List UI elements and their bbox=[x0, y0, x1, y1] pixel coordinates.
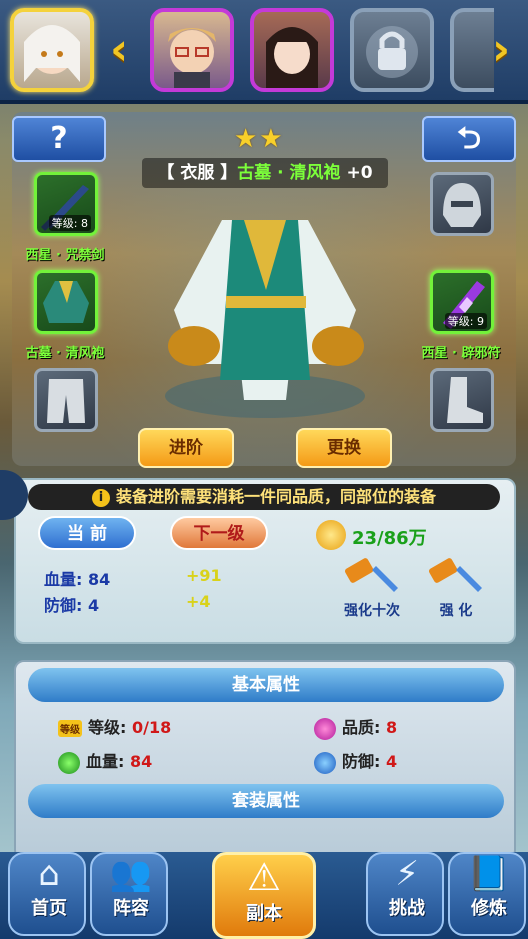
equip-slot-pants[interactable] bbox=[34, 368, 98, 432]
nav-home[interactable]: ⌂ 首页 bbox=[8, 852, 86, 936]
strengthen-ten-button[interactable]: 强化十次 bbox=[340, 556, 404, 620]
warning-icon: ⚠ bbox=[246, 855, 282, 899]
item-slot-type: 【 衣服 】 bbox=[157, 163, 238, 183]
basic-attributes-header: 基本属性 bbox=[28, 668, 504, 702]
pants-icon bbox=[47, 379, 85, 423]
equip-name-talisman: 西星 · 辟邪符 bbox=[421, 346, 501, 361]
hero-face-icon bbox=[168, 28, 216, 88]
robe-icon bbox=[43, 281, 89, 323]
star-quality-icon bbox=[314, 717, 336, 740]
notice-text: 装备进阶需要消耗一件同品质，同部位的装备 bbox=[115, 487, 436, 506]
level-badge-icon: 等级 bbox=[58, 720, 82, 737]
equip-slot-helmet[interactable] bbox=[430, 172, 494, 236]
nav-challenge[interactable]: ⚡ 挑战 bbox=[366, 852, 444, 936]
nav-cultivate[interactable]: 📘 修炼 bbox=[448, 852, 526, 936]
hero-slot-locked[interactable] bbox=[350, 8, 434, 92]
boots-icon bbox=[447, 377, 483, 423]
nav-lineup[interactable]: 👥 阵容 bbox=[90, 852, 168, 936]
attr-hp-label: 血量: bbox=[86, 752, 130, 771]
hammer-icon bbox=[344, 558, 398, 592]
hero-face-icon bbox=[24, 25, 80, 82]
current-def: 防御: 4 bbox=[44, 596, 100, 615]
equip-slot-weapon[interactable]: 等级: 8 bbox=[34, 172, 98, 236]
lightning-icon: ⚡ bbox=[395, 854, 419, 894]
advance-cost: 23/86万 bbox=[352, 528, 427, 549]
attr-level-label: 等级: bbox=[88, 718, 132, 737]
home-icon: ⌂ bbox=[38, 854, 60, 894]
nav-lineup-label: 阵容 bbox=[113, 898, 149, 919]
info-icon: i bbox=[91, 488, 110, 507]
equip-name-weapon: 西星 · 咒禁剑 bbox=[25, 248, 105, 263]
tab-next-level[interactable]: 下一级 bbox=[170, 516, 268, 550]
help-button[interactable]: ? bbox=[12, 116, 106, 162]
hero-portrait-glasses[interactable] bbox=[150, 8, 234, 92]
attr-def-value: 4 bbox=[385, 752, 398, 771]
attr-def-label: 防御: bbox=[342, 752, 386, 771]
hero-portrait-selected[interactable] bbox=[10, 8, 94, 92]
current-hp: 血量: 84 bbox=[44, 570, 111, 589]
hammer-icon bbox=[428, 558, 482, 592]
attr-level-value: 0/18 bbox=[131, 718, 172, 737]
advance-button[interactable]: 进阶 bbox=[138, 428, 234, 468]
heart-icon bbox=[58, 751, 80, 774]
equip-level: 等级: 9 bbox=[444, 313, 487, 329]
book-icon: 📘 bbox=[467, 854, 511, 894]
set-attributes-header: 套装属性 bbox=[28, 784, 504, 818]
shield-icon bbox=[314, 751, 336, 774]
strengthen-button[interactable]: 强 化 bbox=[424, 556, 488, 620]
equip-slot-boots[interactable] bbox=[430, 368, 494, 432]
attr-hp: 血量: 84 bbox=[58, 748, 152, 774]
equip-name-robe: 古墓 · 清风袍 bbox=[25, 346, 105, 361]
attr-hp-value: 84 bbox=[129, 752, 153, 771]
next-def-gain: +4 bbox=[186, 592, 211, 611]
attr-defense: 防御: 4 bbox=[314, 748, 397, 774]
hero-portrait-dark-hair[interactable] bbox=[250, 8, 334, 92]
nav-cultivate-label: 修炼 bbox=[471, 898, 507, 919]
hero-slot-locked-partial[interactable] bbox=[450, 8, 494, 92]
attr-quality-label: 品质: bbox=[342, 718, 386, 737]
lock-icon bbox=[366, 26, 418, 78]
coin-icon bbox=[316, 520, 346, 550]
hero-next-arrow-icon[interactable]: › bbox=[492, 28, 510, 72]
nav-home-label: 首页 bbox=[31, 898, 67, 919]
strengthen-label: 强 化 bbox=[439, 603, 473, 619]
attr-level: 等级 等级: 0/18 bbox=[58, 714, 171, 738]
attr-quality-value: 8 bbox=[385, 718, 398, 737]
nav-challenge-label: 挑战 bbox=[389, 898, 425, 919]
robe-display-icon bbox=[165, 220, 365, 418]
advance-notice: i 装备进阶需要消耗一件同品质，同部位的装备 bbox=[28, 484, 500, 510]
nav-dungeon[interactable]: ⚠ 副本 bbox=[212, 852, 316, 939]
tab-current[interactable]: 当 前 bbox=[38, 516, 136, 550]
helmet-icon bbox=[443, 183, 481, 227]
team-icon: 👥 bbox=[109, 854, 153, 894]
item-stars: ★★ bbox=[234, 124, 285, 154]
equip-slot-robe[interactable] bbox=[34, 270, 98, 334]
attr-quality: 品质: 8 bbox=[314, 714, 397, 740]
item-plus-level: +0 bbox=[346, 163, 373, 183]
equip-slot-talisman[interactable]: 等级: 9 bbox=[430, 270, 494, 334]
back-button[interactable]: ⮌ bbox=[422, 116, 516, 162]
item-name: 古墓 · 清风袍 bbox=[237, 163, 341, 183]
equip-level: 等级: 8 bbox=[48, 215, 91, 231]
strengthen-ten-label: 强化十次 bbox=[344, 603, 400, 619]
item-title: 【 衣服 】古墓 · 清风袍 +0 bbox=[142, 158, 388, 188]
replace-button[interactable]: 更换 bbox=[296, 428, 392, 468]
hero-face-icon bbox=[266, 27, 318, 88]
nav-dungeon-label: 副本 bbox=[246, 903, 282, 924]
hero-prev-arrow-icon[interactable]: ‹ bbox=[110, 28, 128, 72]
next-hp-gain: +91 bbox=[186, 566, 222, 585]
